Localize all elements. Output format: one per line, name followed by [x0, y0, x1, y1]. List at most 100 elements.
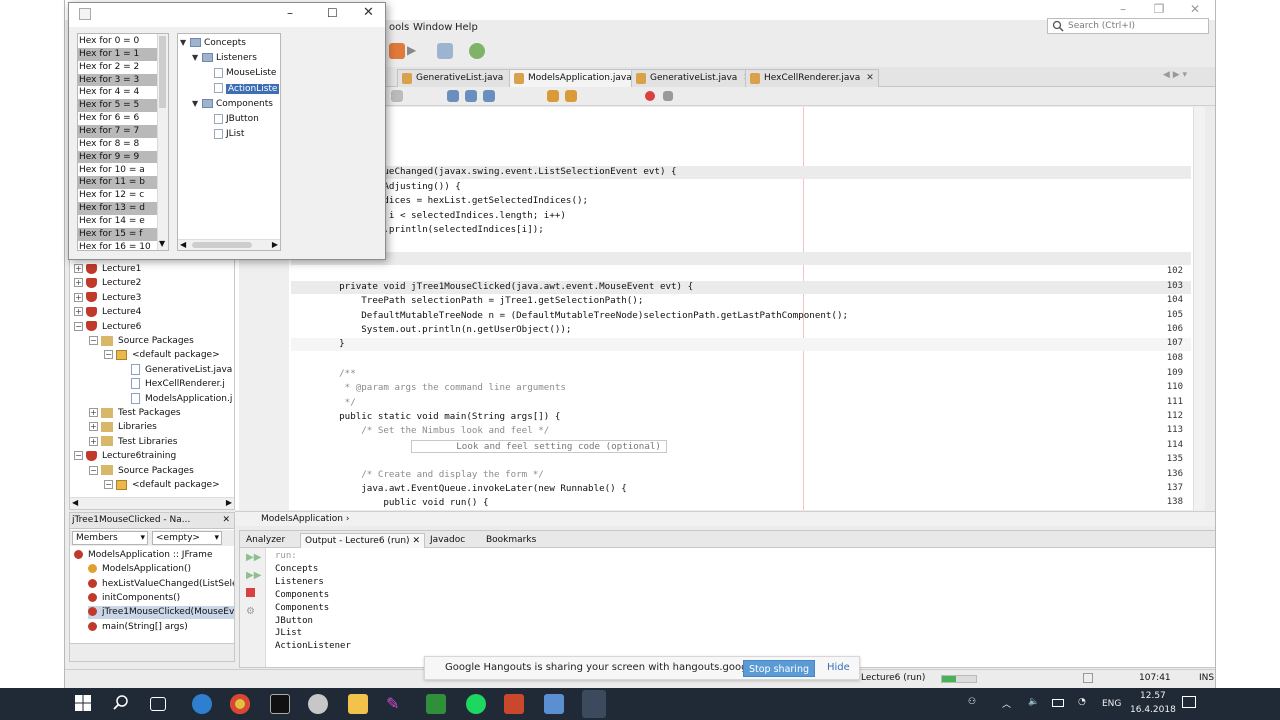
- tree-hscrollbar[interactable]: ◀ ▶: [178, 239, 280, 250]
- rerun-icon[interactable]: ▶▶: [246, 552, 261, 563]
- close-tab-icon[interactable]: ✕: [866, 73, 874, 83]
- hex-list-item[interactable]: Hex for 0 = 0: [78, 35, 158, 48]
- tab-hexcellrenderer[interactable]: HexCellRenderer.java ✕: [745, 69, 879, 87]
- netbeans-icon[interactable]: [582, 690, 606, 718]
- close-tab-icon[interactable]: ✕: [412, 536, 420, 546]
- tab-javadoc[interactable]: Javadoc: [426, 533, 469, 548]
- hex-list-item[interactable]: Hex for 16 = 10: [78, 241, 158, 250]
- hex-list-item[interactable]: Hex for 15 = f: [78, 227, 158, 241]
- navigator-item[interactable]: ModelsApplication :: JFrame: [74, 549, 212, 562]
- expand-toggle-icon[interactable]: +: [89, 436, 98, 446]
- project-tree-item[interactable]: ModelsApplication.j: [119, 392, 232, 406]
- tab-generativelist-1[interactable]: GenerativeList.java✕: [397, 69, 522, 87]
- hex-list-item[interactable]: Hex for 12 = c: [78, 189, 158, 202]
- expand-toggle-icon[interactable]: +: [74, 307, 83, 317]
- language-indicator[interactable]: ENG: [1102, 699, 1121, 709]
- hex-list-item[interactable]: Hex for 8 = 8: [78, 138, 158, 151]
- scroll-down-icon[interactable]: ▼: [159, 239, 165, 248]
- find-next-icon[interactable]: [483, 90, 495, 102]
- project-tree-item[interactable]: − Source Packages: [89, 334, 194, 348]
- project-tree-item[interactable]: − Lecture6: [74, 320, 141, 334]
- scroll-left-icon[interactable]: ◀: [180, 240, 186, 249]
- expand-toggle-icon[interactable]: +: [89, 422, 98, 432]
- menu-help[interactable]: Help: [455, 22, 478, 33]
- hex-list-item[interactable]: Hex for 9 = 9: [78, 150, 158, 164]
- concepts-tree-node[interactable]: ▼ Listeners: [192, 51, 257, 65]
- profile-icon[interactable]: [469, 43, 485, 59]
- notification-icon[interactable]: [1083, 673, 1093, 683]
- expand-toggle-icon[interactable]: −: [74, 451, 83, 461]
- clock-date[interactable]: 16.4.2018: [1130, 705, 1176, 715]
- battery-icon[interactable]: [1052, 699, 1064, 707]
- expand-toggle-icon[interactable]: −: [104, 480, 113, 489]
- expand-toggle-icon[interactable]: −: [89, 336, 98, 345]
- action-center-icon[interactable]: [1182, 696, 1196, 708]
- editor-scrollbar[interactable]: [1193, 107, 1205, 510]
- expand-toggle-icon[interactable]: ▼: [192, 97, 202, 111]
- jframe-titlebar[interactable]: – ☐ ✕: [69, 3, 385, 27]
- expand-toggle-icon[interactable]: +: [89, 408, 98, 417]
- project-tree-item[interactable]: + Libraries: [89, 420, 157, 434]
- stop-sharing-button[interactable]: Stop sharing: [743, 660, 815, 677]
- scroll-left-icon[interactable]: ◀: [72, 498, 78, 507]
- expand-toggle-icon[interactable]: −: [74, 321, 83, 331]
- navigator-item[interactable]: hexListValueChanged(ListSelec: [88, 578, 234, 591]
- next-bookmark-icon[interactable]: [565, 90, 577, 102]
- minimize-icon[interactable]: –: [1105, 0, 1141, 20]
- bookmark-icon[interactable]: [547, 90, 559, 102]
- maximize-icon[interactable]: ☐: [327, 6, 338, 20]
- chrome-icon[interactable]: [230, 694, 250, 714]
- history-icon[interactable]: [391, 90, 403, 102]
- clean-build-icon[interactable]: [389, 43, 405, 59]
- navigator-item[interactable]: ModelsApplication(): [88, 563, 191, 576]
- close-icon[interactable]: ✕: [222, 513, 230, 528]
- app-icon[interactable]: [308, 694, 328, 714]
- app-icon[interactable]: [544, 694, 564, 714]
- concepts-tree-node[interactable]: JButton: [204, 112, 259, 126]
- hex-list-item[interactable]: Hex for 5 = 5: [78, 99, 158, 113]
- expand-toggle-icon[interactable]: ▼: [180, 36, 190, 50]
- stop-icon[interactable]: [246, 588, 255, 597]
- search-input[interactable]: Search (Ctrl+I): [1047, 18, 1209, 34]
- project-tree-item[interactable]: + Lecture4: [74, 305, 141, 319]
- concepts-tree-node[interactable]: ▼ Concepts: [180, 36, 246, 50]
- task-view-icon[interactable]: [150, 697, 166, 711]
- hex-list-item[interactable]: Hex for 6 = 6: [78, 112, 158, 125]
- filter-select[interactable]: <empty> ▾: [152, 531, 222, 545]
- expand-toggle-icon[interactable]: +: [74, 292, 83, 302]
- pen-icon[interactable]: ✎: [386, 694, 406, 714]
- project-tree-item[interactable]: − Lecture6training: [74, 449, 176, 463]
- project-tree-item[interactable]: + Lecture1: [74, 262, 141, 276]
- expand-toggle-icon[interactable]: ▼: [192, 51, 202, 65]
- close-icon[interactable]: ✕: [1177, 0, 1213, 20]
- tab-output[interactable]: Output - Lecture6 (run) ✕: [300, 533, 425, 548]
- scroll-right-icon[interactable]: ▶: [272, 240, 278, 249]
- hex-list-item[interactable]: Hex for 14 = e: [78, 215, 158, 228]
- breadcrumb-item[interactable]: ModelsApplication: [261, 514, 343, 524]
- expand-toggle-icon[interactable]: +: [74, 278, 83, 288]
- project-tree-item[interactable]: + Lecture2: [74, 276, 141, 290]
- tab-modelsapplication[interactable]: ModelsApplication.java✕: [509, 69, 651, 87]
- navigator-item[interactable]: main(String[] args): [88, 621, 188, 634]
- project-tree-item[interactable]: − <default package>: [104, 478, 220, 492]
- project-tree-item[interactable]: − Source Packages: [89, 464, 194, 478]
- navigator-item[interactable]: jTree1MouseClicked(MouseEve: [88, 606, 234, 620]
- tab-generativelist-2[interactable]: GenerativeList.java✕: [631, 69, 756, 87]
- settings-icon[interactable]: ⚙: [246, 606, 255, 617]
- expand-toggle-icon[interactable]: −: [104, 350, 113, 360]
- tab-scroll-icon[interactable]: ◀ ▶ ▾: [1163, 70, 1187, 80]
- close-icon[interactable]: ✕: [363, 5, 374, 20]
- hex-list[interactable]: Hex for 0 = 0 Hex for 1 = 1 Hex for 2 = 2H…: [77, 33, 169, 251]
- volume-icon[interactable]: 🔈: [1028, 697, 1039, 707]
- search-icon[interactable]: [112, 694, 132, 714]
- hex-list-scrollbar[interactable]: ▼: [157, 34, 168, 250]
- scrollbar-thumb[interactable]: [192, 242, 252, 248]
- tab-analyzer[interactable]: Analyzer: [242, 533, 289, 548]
- spotify-icon[interactable]: [466, 694, 486, 714]
- navigator-item[interactable]: initComponents(): [88, 592, 180, 605]
- project-tree-item[interactable]: − <default package>: [104, 348, 220, 362]
- breadcrumb[interactable]: ModelsApplication ›: [235, 511, 1215, 526]
- find-icon[interactable]: [447, 90, 459, 102]
- hex-list-item[interactable]: Hex for 11 = b: [78, 176, 158, 190]
- hex-list-item[interactable]: Hex for 13 = d: [78, 202, 158, 215]
